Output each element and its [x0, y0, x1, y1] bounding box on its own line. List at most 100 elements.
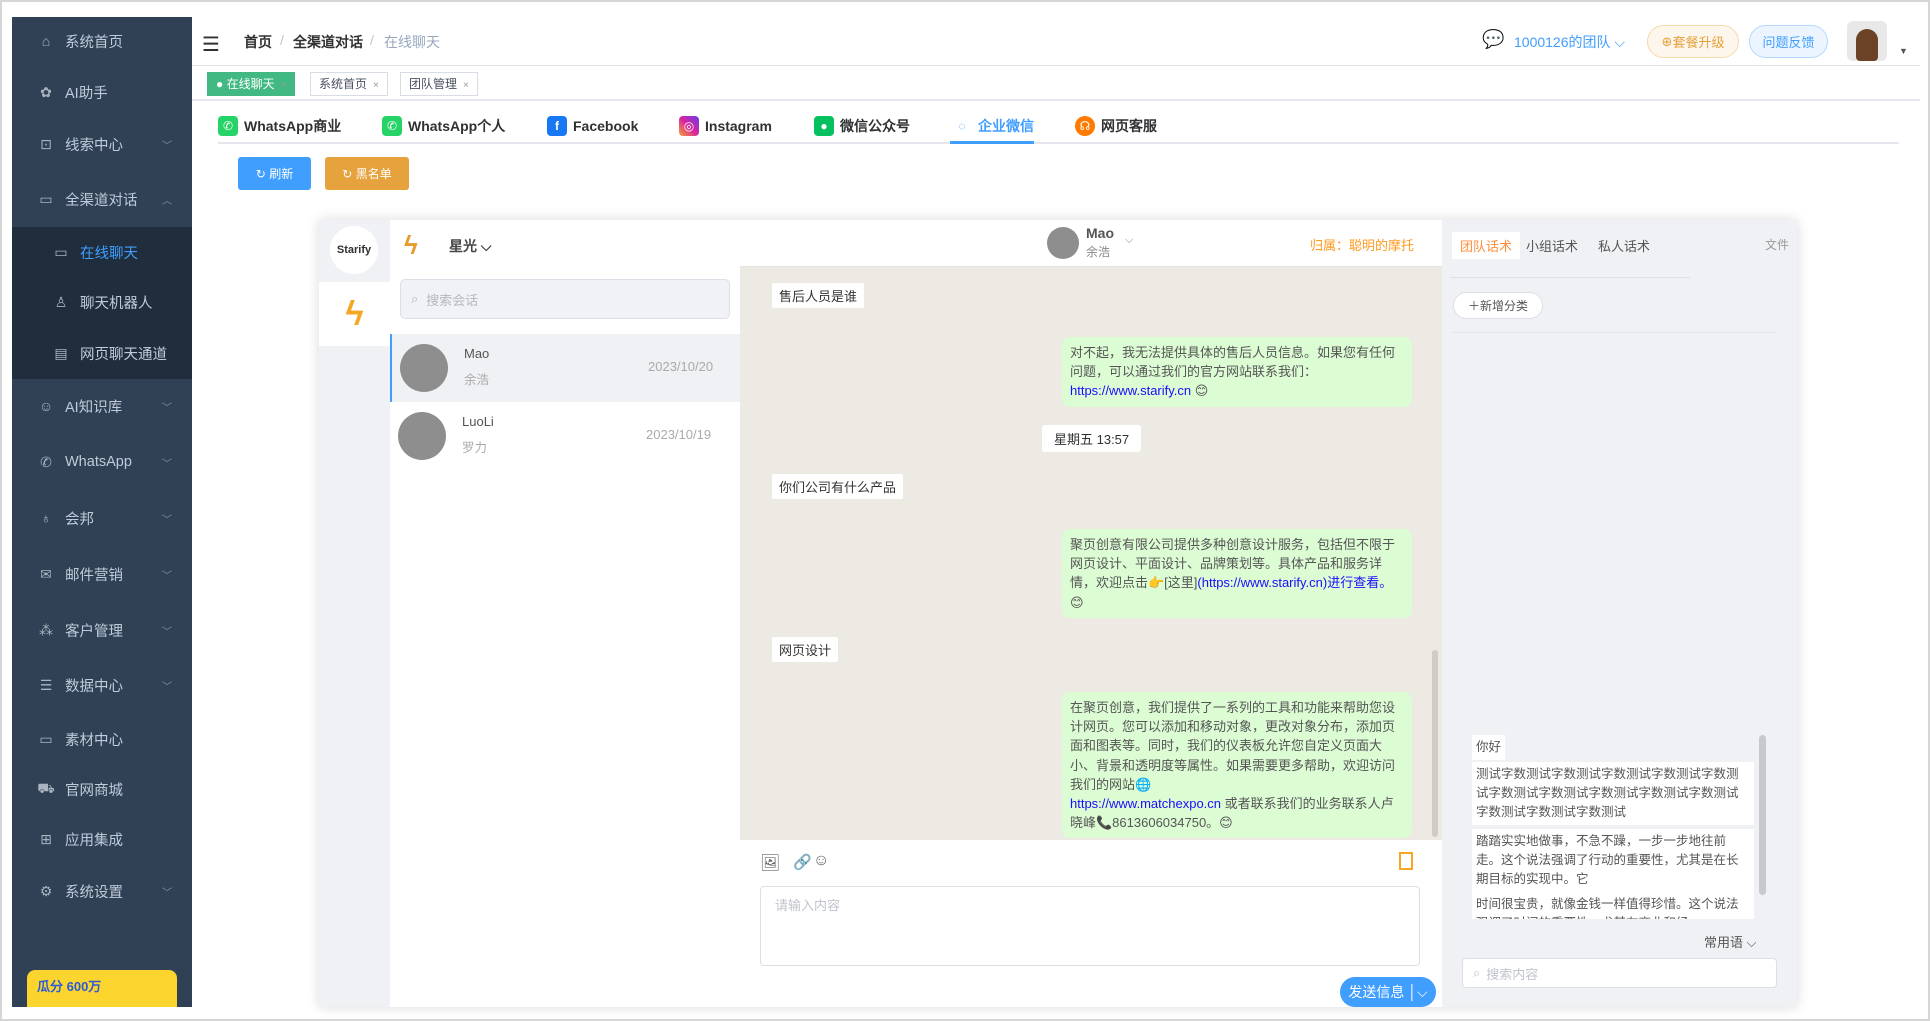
common-phrases-dropdown[interactable]: 常用语 ⌵ — [1704, 932, 1756, 951]
sidebar-item-4[interactable]: ▭ 在线聊天 — [12, 227, 192, 277]
message-input[interactable]: 请输入内容 — [760, 886, 1420, 966]
starify-logo[interactable]: Starify — [330, 226, 378, 274]
chevron-icon: ︿ — [162, 195, 172, 207]
sidebar-item-1[interactable]: ✿ AI助手 — [12, 67, 192, 117]
chevron-icon: ﹀ — [162, 514, 172, 526]
phrase-search-input[interactable]: ⌕ 搜索内容 — [1462, 958, 1777, 988]
incoming-message: 售后人员是谁 — [772, 283, 865, 308]
tab-team-scripts[interactable]: 团队话术 — [1452, 232, 1521, 259]
tab-web-service[interactable]: ☊ 网页客服 — [1075, 110, 1157, 142]
account-logo-icon: ϟ — [404, 230, 418, 260]
sidebar-item-label: 会邦 — [65, 511, 94, 528]
sidebar-item-2[interactable]: ⊡ 线索中心 ﹀ — [12, 119, 192, 169]
sidebar-item-label: 线索中心 — [65, 137, 123, 154]
avatar — [400, 344, 448, 392]
message-list: 售后人员是谁 对不起，我无法提供具体的售后人员信息。如果您有任何问题，可以通过我… — [740, 267, 1442, 840]
sidebar-item-8[interactable]: ✆ WhatsApp ﹀ — [12, 437, 192, 487]
scrollbar[interactable] — [1759, 735, 1766, 895]
tab-facebook[interactable]: f Facebook — [547, 110, 638, 142]
tab-wecom[interactable]: ◌ 企业微信 — [952, 110, 1034, 142]
outgoing-message: 对不起，我无法提供具体的售后人员信息。如果您有任何问题，可以通过我们的官方网站联… — [1062, 337, 1412, 407]
folder-icon: ▭ — [39, 730, 53, 747]
sidebar: ⌂ 系统首页 ✿ AI助手 ⊡ 线索中心 ﹀ ▭ 全渠道对话 ︿ ▭ 在线聊天 ♙ 聊天机器人 ▤ 网页聊天通… — [12, 17, 192, 1007]
quick-phrase[interactable]: 时间很宝贵，就像金钱一样值得珍惜。这个说法强调了时间的重要性，尤其在商业和经 — [1472, 892, 1754, 919]
chat-header: Mao 余浩 ⌵ 归属：聪明的摩托 — [740, 220, 1442, 267]
tab-private-scripts[interactable]: 私人话术 — [1598, 236, 1650, 255]
tab-files[interactable]: 文件 — [1765, 236, 1789, 253]
tab-wechat-official[interactable]: ● 微信公众号 — [814, 110, 910, 142]
tab-instagram[interactable]: ◎ Instagram — [679, 110, 772, 142]
chevron-icon: ﹀ — [162, 681, 172, 693]
sidebar-item-label: 邮件营销 — [65, 567, 123, 584]
emoji-icon[interactable]: ☺ — [813, 852, 829, 870]
breadcrumb-home[interactable]: 首页 — [244, 32, 272, 52]
sidebar-item-label: 聊天机器人 — [80, 295, 153, 312]
account-logo-icon[interactable]: ϟ — [319, 282, 390, 346]
account-selector[interactable]: 星光 ⌵ — [449, 236, 492, 256]
outgoing-message: 聚页创意有限公司提供多种创意设计服务，包括但不限于网页设计、平面设计、品牌策划等… — [1062, 529, 1412, 618]
upgrade-button[interactable]: ⊕ 套餐升级 — [1647, 25, 1739, 58]
link-icon[interactable]: 🔗 — [793, 853, 812, 871]
promo-banner[interactable]: 瓜分 600万 — [27, 970, 177, 1007]
message-icon[interactable]: 💬 — [1482, 29, 1504, 50]
instagram-icon: ◎ — [679, 116, 699, 136]
tag-online-chat[interactable]: ● 在线聊天 × — [207, 72, 296, 96]
sidebar-item-12[interactable]: ☰ 数据中心 ﹀ — [12, 660, 192, 710]
tag-system-home[interactable]: 系统首页 × — [310, 72, 388, 96]
hamburger-menu-icon[interactable]: ☰ — [202, 32, 220, 57]
avatar[interactable] — [1847, 21, 1887, 61]
sidebar-item-label: AI助手 — [65, 85, 108, 102]
whatsapp-icon: ✆ — [40, 453, 52, 470]
team-selector[interactable]: 1000126的团队 ⌵ — [1514, 32, 1625, 52]
quick-phrase[interactable]: 测试字数测试字数测试字数测试字数测试字数测试字数测试字数测试字数测试字数测试字数… — [1472, 762, 1754, 825]
document-icon[interactable] — [1399, 852, 1413, 870]
tag-team-management[interactable]: 团队管理 × — [400, 72, 478, 96]
incoming-message: 你们公司有什么产品 — [772, 474, 904, 499]
refresh-button[interactable]: ↻ 刷新 — [238, 157, 311, 190]
chevron-down-icon[interactable]: ⌵ — [1125, 234, 1133, 247]
wecom-icon: ◌ — [958, 119, 966, 133]
blacklist-button[interactable]: ↻ 黑名单 — [325, 157, 409, 190]
sidebar-item-label: 全渠道对话 — [65, 192, 138, 209]
quick-phrase[interactable]: 你好 — [1472, 735, 1506, 760]
sidebar-item-13[interactable]: ▭ 素材中心 — [12, 714, 192, 764]
chat-panel: Starify ϟ ϟ 星光 ⌵ ⌕ 搜索会话 Mao 余浩 2023/10/20… — [319, 220, 1797, 1007]
conversation-search-input[interactable]: ⌕ 搜索会话 — [400, 279, 730, 319]
sidebar-item-15[interactable]: ⊞ 应用集成 — [12, 814, 192, 864]
wechat-icon: ● — [814, 116, 834, 136]
add-category-button[interactable]: ＋ 新增分类 — [1453, 292, 1544, 319]
conversation-item[interactable]: LuoLi 罗力 2023/10/19 — [390, 402, 740, 470]
breadcrumb-omnichannel[interactable]: 全渠道对话 — [293, 32, 363, 52]
sidebar-item-6[interactable]: ▤ 网页聊天通道 — [12, 328, 192, 378]
sidebar-item-label: 素材中心 — [65, 732, 123, 749]
bulb-icon: ♁ — [40, 510, 52, 526]
chevron-icon: ﹀ — [162, 626, 172, 638]
send-button[interactable]: 发送信息 │⌵ — [1340, 977, 1436, 1007]
sidebar-item-label: 系统首页 — [65, 34, 123, 51]
quick-phrase[interactable]: 踏踏实实地做事，不急不躁，一步一步地往前走。这个说法强调了行动的重要性，尤其是在… — [1472, 829, 1754, 892]
sidebar-item-7[interactable]: ☺ AI知识库 ﹀ — [12, 381, 192, 431]
facebook-icon: f — [547, 116, 567, 136]
chat-icon: ▭ — [39, 190, 53, 207]
tab-whatsapp-personal[interactable]: ✆ WhatsApp个人 — [382, 110, 505, 142]
tab-whatsapp-business[interactable]: ✆ WhatsApp商业 — [218, 110, 341, 142]
sidebar-item-3[interactable]: ▭ 全渠道对话 ︿ — [12, 174, 192, 224]
sidebar-item-11[interactable]: ⁂ 客户管理 ﹀ — [12, 605, 192, 655]
conversation-item[interactable]: Mao 余浩 2023/10/20 — [390, 334, 740, 402]
search-icon: ⌕ — [1473, 965, 1481, 980]
tab-group-scripts[interactable]: 小组话术 — [1526, 236, 1578, 255]
feedback-button[interactable]: 问题反馈 — [1749, 25, 1828, 58]
sidebar-item-14[interactable]: ⛟ 官网商城 — [12, 764, 192, 814]
sidebar-item-label: 客户管理 — [65, 623, 123, 640]
search-doc-icon: ⊡ — [40, 135, 52, 152]
sidebar-item-label: 应用集成 — [65, 832, 123, 849]
sidebar-item-16[interactable]: ⚙ 系统设置 ﹀ — [12, 866, 192, 916]
image-icon[interactable]: 🖼 — [760, 853, 780, 873]
sidebar-item-5[interactable]: ♙ 聊天机器人 — [12, 277, 192, 327]
apps-icon: ⊞ — [40, 830, 52, 847]
sidebar-item-9[interactable]: ♁ 会邦 ﹀ — [12, 493, 192, 543]
sidebar-item-10[interactable]: ✉ 邮件营销 ﹀ — [12, 549, 192, 599]
scrollbar[interactable] — [1432, 650, 1438, 837]
sidebar-item-0[interactable]: ⌂ 系统首页 — [12, 17, 192, 66]
caret-down-icon[interactable]: ▼ — [1899, 46, 1908, 56]
